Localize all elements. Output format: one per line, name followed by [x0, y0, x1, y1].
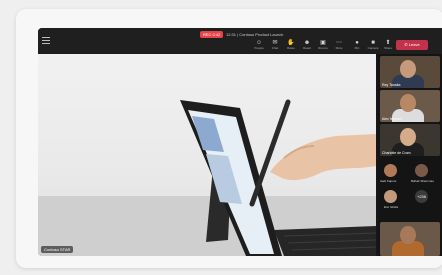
meeting-toolbar: REC 0:42 12:31 | Contoso Product Launch …: [38, 28, 442, 54]
participant-face: [400, 226, 416, 244]
leave-button[interactable]: ✆ Leave: [396, 40, 428, 50]
hamburger-menu-icon[interactable]: [42, 37, 50, 44]
participant-name: Babak Shammas: [411, 179, 434, 183]
participant-name: Eric Ishida: [384, 205, 399, 209]
participant-avatar[interactable]: [415, 164, 428, 177]
participant-tile[interactable]: Ray Tanaka: [380, 56, 440, 88]
people-button[interactable]: ☺ People: [252, 40, 266, 52]
participant-name: Ray Tanaka: [382, 83, 401, 87]
mic-button[interactable]: ● Mic: [350, 40, 364, 52]
participant-name: Charlotte de Crum: [382, 151, 411, 155]
raise-hand-button[interactable]: ✋ Raise: [284, 40, 298, 52]
more-button[interactable]: ⋯ More: [332, 40, 346, 52]
recording-badge: REC 0:42: [200, 31, 224, 38]
participant-avatar[interactable]: [384, 190, 397, 203]
participant-tile[interactable]: Charlotte de Crum: [380, 124, 440, 156]
participant-face: [400, 128, 416, 146]
more-participants-button[interactable]: +236: [415, 190, 428, 203]
participant-name: Alex Nguyen: [382, 117, 402, 121]
tablet-pen-scene: [180, 99, 376, 256]
meeting-title: 12:31 | Contoso Product Launch: [226, 32, 284, 37]
participant-face: [400, 60, 416, 78]
camera-button[interactable]: ■ Camera: [366, 40, 380, 52]
self-view-tile[interactable]: [380, 222, 440, 256]
teams-meeting-window: REC 0:42 12:31 | Contoso Product Launch …: [38, 28, 442, 256]
share-button[interactable]: ⬆ Share: [381, 40, 395, 52]
rooms-button[interactable]: ▣ Rooms: [316, 40, 330, 52]
chat-button[interactable]: ✉ Chat: [268, 40, 282, 52]
participant-tile[interactable]: Alex Nguyen: [380, 90, 440, 122]
react-button[interactable]: ☻ React: [300, 40, 314, 52]
participant-avatar[interactable]: [384, 164, 397, 177]
participant-name: Aadi Kapoor: [380, 179, 397, 183]
surface-pen: [249, 99, 291, 207]
participant-face: [400, 94, 416, 112]
presenter-label: Contoso STAR: [41, 246, 74, 253]
main-video-stage: Contoso STAR: [38, 54, 376, 256]
participant-gallery: Ray Tanaka Alex Nguyen Charlotte de Crum…: [378, 54, 442, 256]
